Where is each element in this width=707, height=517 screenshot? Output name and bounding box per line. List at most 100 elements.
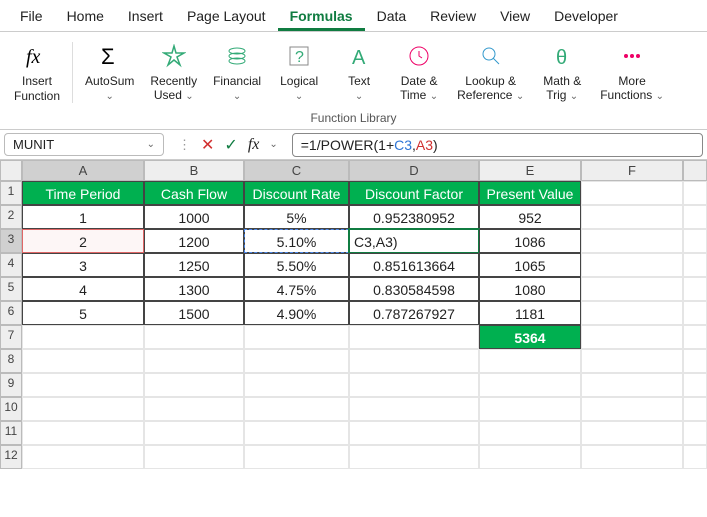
cell-e6[interactable]: 1181: [479, 301, 581, 325]
cell-a1[interactable]: Time Period: [22, 181, 144, 205]
worksheet-grid[interactable]: A B C D E F 1 Time Period Cash Flow Disc…: [0, 160, 707, 469]
cell-b1[interactable]: Cash Flow: [144, 181, 244, 205]
cell-c7[interactable]: [244, 325, 349, 349]
cell-a4[interactable]: 3: [22, 253, 144, 277]
tab-view[interactable]: View: [488, 4, 542, 31]
text-button[interactable]: A Text⌄: [329, 40, 389, 105]
row-header-9[interactable]: 9: [0, 373, 22, 397]
cell-b6[interactable]: 1500: [144, 301, 244, 325]
cell-d4[interactable]: 0.851613664: [349, 253, 479, 277]
cell-e1[interactable]: Present Value: [479, 181, 581, 205]
col-header-d[interactable]: D: [349, 160, 479, 181]
row-header-5[interactable]: 5: [0, 277, 22, 301]
cell-e5[interactable]: 1080: [479, 277, 581, 301]
col-header-b[interactable]: B: [144, 160, 244, 181]
enter-icon[interactable]: ✓: [224, 135, 237, 155]
cell-e7[interactable]: 5364: [479, 325, 581, 349]
cell-d6[interactable]: 0.787267927: [349, 301, 479, 325]
cell-e2[interactable]: 952: [479, 205, 581, 229]
row-header-6[interactable]: 6: [0, 301, 22, 325]
cell-a3[interactable]: 2: [22, 229, 144, 253]
cell-f3[interactable]: [581, 229, 683, 253]
cell-g1[interactable]: [683, 181, 707, 205]
cell-g2[interactable]: [683, 205, 707, 229]
cell-f5[interactable]: [581, 277, 683, 301]
cell-a5[interactable]: 4: [22, 277, 144, 301]
tab-data[interactable]: Data: [365, 4, 419, 31]
cell-b7[interactable]: [144, 325, 244, 349]
row-header-1[interactable]: 1: [0, 181, 22, 205]
lookup-reference-button[interactable]: Lookup & Reference ⌄: [449, 40, 532, 105]
recently-used-button[interactable]: Recently Used ⌄: [142, 40, 205, 105]
cell-a6[interactable]: 5: [22, 301, 144, 325]
logical-button[interactable]: ? Logical⌄: [269, 40, 329, 105]
cell-c1[interactable]: Discount Rate: [244, 181, 349, 205]
chevron-down-icon: ⌄: [295, 91, 303, 102]
row-header-8[interactable]: 8: [0, 349, 22, 373]
select-all[interactable]: [0, 160, 22, 181]
row-header-3[interactable]: 3: [0, 229, 22, 253]
more-functions-button[interactable]: More Functions ⌄: [592, 40, 672, 105]
cell-d5[interactable]: 0.830584598: [349, 277, 479, 301]
cell-e3[interactable]: 1086: [479, 229, 581, 253]
tab-formulas[interactable]: Formulas: [278, 4, 365, 31]
col-header-a[interactable]: A: [22, 160, 144, 181]
row-header-12[interactable]: 12: [0, 445, 22, 469]
row-header-11[interactable]: 11: [0, 421, 22, 445]
tab-page-layout[interactable]: Page Layout: [175, 4, 278, 31]
cell-c5[interactable]: 4.75%: [244, 277, 349, 301]
col-header-f[interactable]: F: [581, 160, 683, 181]
cell-g6[interactable]: [683, 301, 707, 325]
cell-b3[interactable]: 1200: [144, 229, 244, 253]
cell-g7[interactable]: [683, 325, 707, 349]
chevron-down-icon: ⌄: [233, 91, 241, 102]
tab-developer[interactable]: Developer: [542, 4, 630, 31]
chevron-down-icon: ⌄: [106, 91, 114, 102]
cell-b2[interactable]: 1000: [144, 205, 244, 229]
chevron-down-icon: ⌄: [570, 91, 578, 102]
tab-home[interactable]: Home: [55, 4, 116, 31]
cell-f4[interactable]: [581, 253, 683, 277]
tab-review[interactable]: Review: [418, 4, 488, 31]
formula-input[interactable]: =1/POWER(1+C3,A3): [292, 133, 703, 157]
row-header-7[interactable]: 7: [0, 325, 22, 349]
math-trig-button[interactable]: θ Math & Trig ⌄: [532, 40, 592, 105]
col-header-g[interactable]: [683, 160, 707, 181]
cell-g5[interactable]: [683, 277, 707, 301]
cell-g3[interactable]: [683, 229, 707, 253]
cell-b4[interactable]: 1250: [144, 253, 244, 277]
row-header-10[interactable]: 10: [0, 397, 22, 421]
cell-d2[interactable]: 0.952380952: [349, 205, 479, 229]
name-box[interactable]: MUNIT ⌄: [4, 133, 164, 156]
cell-c2[interactable]: 5%: [244, 205, 349, 229]
cell-d3[interactable]: C3,A3): [349, 229, 479, 253]
cell-f6[interactable]: [581, 301, 683, 325]
clock-icon: [405, 42, 433, 70]
insert-function-button[interactable]: fx Insert Function: [6, 40, 68, 105]
cell-c3[interactable]: 5.10%: [244, 229, 349, 253]
svg-text:fx: fx: [26, 46, 41, 68]
cell-g4[interactable]: [683, 253, 707, 277]
cell-c6[interactable]: 4.90%: [244, 301, 349, 325]
cell-c4[interactable]: 5.50%: [244, 253, 349, 277]
tab-insert[interactable]: Insert: [116, 4, 175, 31]
col-header-c[interactable]: C: [244, 160, 349, 181]
col-header-e[interactable]: E: [479, 160, 581, 181]
autosum-button[interactable]: Σ AutoSum⌄: [77, 40, 142, 105]
cell-a2[interactable]: 1: [22, 205, 144, 229]
row-header-4[interactable]: 4: [0, 253, 22, 277]
row-header-2[interactable]: 2: [0, 205, 22, 229]
cell-f7[interactable]: [581, 325, 683, 349]
cancel-icon[interactable]: ✕: [201, 135, 214, 155]
tab-file[interactable]: File: [8, 4, 55, 31]
cell-b5[interactable]: 1300: [144, 277, 244, 301]
cell-a7[interactable]: [22, 325, 144, 349]
fx-icon[interactable]: fx: [248, 136, 260, 154]
financial-button[interactable]: Financial⌄: [205, 40, 269, 105]
cell-f2[interactable]: [581, 205, 683, 229]
cell-d1[interactable]: Discount Factor: [349, 181, 479, 205]
cell-d7[interactable]: [349, 325, 479, 349]
cell-f1[interactable]: [581, 181, 683, 205]
cell-e4[interactable]: 1065: [479, 253, 581, 277]
date-time-button[interactable]: Date & Time ⌄: [389, 40, 449, 105]
